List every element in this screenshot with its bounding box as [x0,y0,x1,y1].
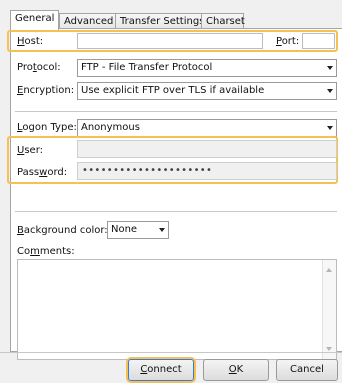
separator [15,211,337,212]
separator [15,111,337,112]
ok-button[interactable]: OK [203,359,269,381]
comments-label: Comments: [17,246,75,257]
protocol-select[interactable]: FTP - File Transfer Protocol [77,59,337,77]
protocol-label: Protocol: [17,62,61,73]
tab-transfer-settings[interactable]: Transfer Settings [115,13,204,29]
tab-general[interactable]: General [10,10,59,30]
chevron-down-icon [327,66,333,70]
user-input[interactable] [77,140,337,158]
scroll-up-icon[interactable] [326,268,332,272]
chevron-down-icon [327,89,333,93]
port-input[interactable] [302,33,335,49]
panel-bottom-border [0,352,342,353]
encryption-selected: Use explicit FTP over TLS if available [81,85,265,96]
password-label: Password: [17,167,68,178]
password-input[interactable]: ••••••••••••••••••••• [77,162,337,180]
comments-scrollbar[interactable] [322,260,336,359]
host-label: Host: [17,36,44,47]
tab-advanced[interactable]: Advanced [59,13,116,29]
port-label: Port: [276,36,300,47]
logon-type-label: Logon Type: [17,122,77,133]
encryption-label: Encryption: [17,85,75,96]
background-color-select[interactable]: None [107,221,169,239]
user-label: User: [17,145,43,156]
encryption-select[interactable]: Use explicit FTP over TLS if available [77,82,337,100]
logon-type-select[interactable]: Anonymous [77,119,337,137]
tab-charset[interactable]: Charset [201,13,245,29]
chevron-down-icon [159,228,165,232]
cancel-button[interactable]: Cancel [276,359,338,381]
background-color-label: Background color: [17,225,108,236]
protocol-selected: FTP - File Transfer Protocol [81,62,213,73]
logon-type-selected: Anonymous [81,122,140,133]
background-color-selected: None [111,224,138,235]
host-input[interactable] [77,33,263,49]
scroll-down-icon[interactable] [326,347,332,351]
comments-textarea[interactable] [17,259,337,360]
chevron-down-icon [327,126,333,130]
connect-button[interactable]: Connect [128,359,194,381]
general-panel: Host: Port: Protocol: FTP - File Transfe… [7,28,342,360]
